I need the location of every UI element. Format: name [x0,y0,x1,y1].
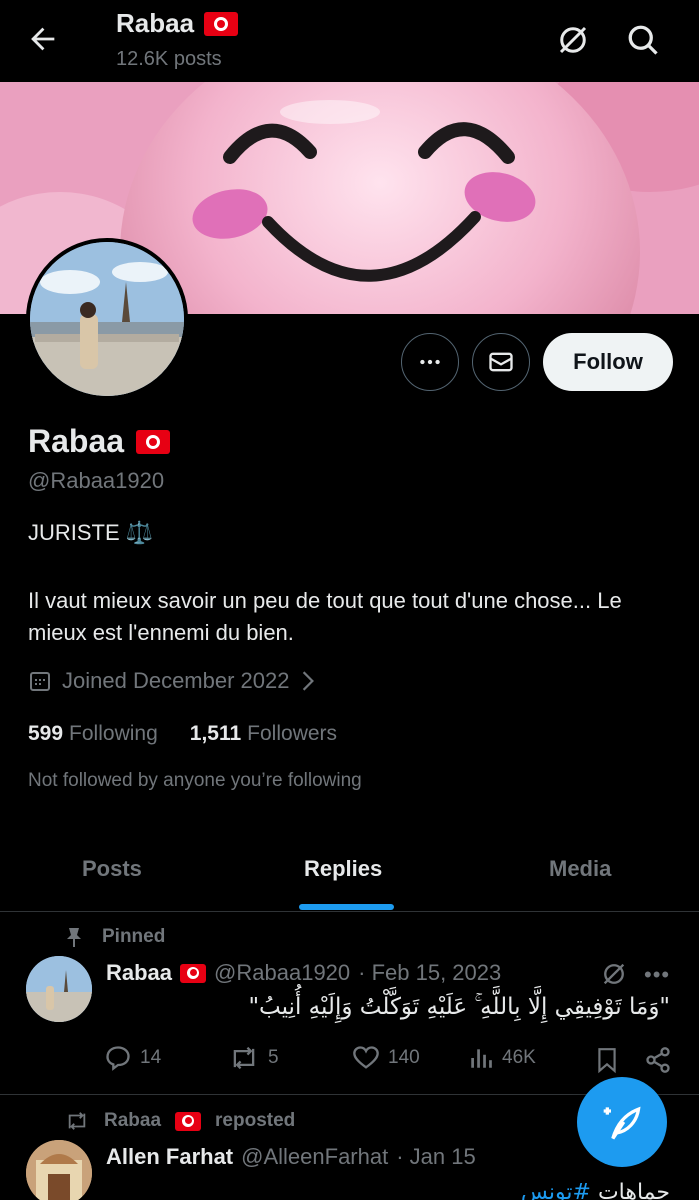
message-button[interactable] [472,333,530,391]
tweet-avatar[interactable] [26,956,92,1022]
share-icon[interactable] [644,1046,672,1074]
tunisia-flag-icon [180,963,207,983]
top-bar: Rabaa 12.6K posts [0,0,699,82]
tweet-date[interactable]: · Feb 15, 2023 [358,960,501,986]
tunisia-flag-icon [204,11,239,36]
tweet-author-name[interactable]: Allen Farhat [106,1144,233,1170]
profile-handle: @Rabaa1920 [28,468,165,493]
search-icon[interactable] [625,22,661,58]
envelope-icon [489,352,513,372]
profile-avatar[interactable] [26,238,188,400]
bio-text: Il vaut mieux savoir un peu de tout que … [28,588,622,645]
following-link[interactable]: 599 Following [28,722,158,746]
repost-count: 5 [268,1047,279,1068]
repost-button[interactable]: 5 [228,1044,279,1072]
tweet-avatar[interactable] [26,1140,92,1200]
tab-replies[interactable]: Replies [304,856,382,882]
reply-icon [106,1046,130,1071]
profile-name: Rabaa [28,423,171,460]
tweet-more-icon[interactable]: ••• [644,962,670,988]
grok-icon[interactable] [600,960,628,988]
avatar-photo [30,242,184,396]
reposted-indicator: Rabaa reposted [64,1110,295,1132]
heart-icon [353,1046,379,1069]
reposted-label: reposted [215,1110,296,1131]
active-tab-indicator [299,904,394,910]
follow-stats: 599 Following 1,511 Followers [28,722,337,746]
not-followed-notice: Not followed by anyone you’re following [28,770,362,791]
pinned-label: Pinned [102,926,166,947]
pinned-indicator: Pinned [64,926,165,948]
tweet-avatar-photo [26,1140,92,1200]
tweet-header: Rabaa @Rabaa1920 · Feb 15, 2023 [106,960,586,986]
follow-button[interactable]: Follow [543,333,673,391]
following-label: Following [69,722,158,745]
reply-count: 14 [140,1047,162,1068]
more-options-button[interactable] [401,333,459,391]
hashtag-link[interactable]: #تونس [521,1180,591,1200]
calendar-icon [30,672,50,691]
bookmark-icon[interactable] [594,1046,620,1074]
header-title: Rabaa [116,8,239,39]
chevron-right-icon [303,671,315,691]
tweet-author-name[interactable]: Rabaa [106,960,172,986]
tweet-author-handle[interactable]: @AlleenFarhat [241,1144,388,1170]
grok-icon[interactable] [555,22,591,58]
compose-feather-icon [603,1106,641,1140]
joined-date[interactable]: Joined December 2022 [28,668,317,694]
repost-icon [233,1046,255,1070]
tweet-actions: 14 5 140 46K [104,1044,674,1076]
tweet-avatar-photo [26,956,92,1022]
followers-count: 1,511 [189,722,242,745]
joined-text: Joined December 2022 [62,668,290,693]
tab-posts[interactable]: Posts [82,856,142,882]
back-arrow-icon[interactable] [26,22,60,56]
compose-post-button[interactable] [577,1077,667,1167]
tweet-text-plain: جماهات [590,1180,670,1200]
tweet-header: Allen Farhat @AlleenFarhat · Jan 15 [106,1144,476,1170]
header-post-count: 12.6K posts [116,48,222,70]
followers-link[interactable]: 1,511 Followers [190,722,337,746]
tunisia-flag-icon [175,1111,202,1131]
reposted-by-name[interactable]: Rabaa [104,1110,161,1132]
following-count: 599 [28,722,64,745]
pin-icon [67,928,81,947]
tweet-date[interactable]: · Jan 15 [396,1144,476,1170]
tunisia-flag-icon [136,429,171,454]
tweet-text: "وَمَا تَوْفِيقِي إِلَّا بِاللَّهِ ۚ عَل… [248,994,670,1020]
tweet-text: جماهات #تونس [430,1180,670,1200]
more-dots-icon [420,359,440,365]
header-name: Rabaa [116,8,195,38]
followers-label: Followers [247,722,338,745]
like-button[interactable]: 140 [352,1044,420,1072]
repost-icon [68,1112,86,1130]
tab-media[interactable]: Media [549,856,611,882]
tweet-author-handle[interactable]: @Rabaa1920 [214,960,350,986]
profile-display-name: Rabaa [28,423,125,459]
reply-button[interactable]: 14 [104,1044,161,1072]
bio-title: JURISTE ⚖️ [28,520,154,545]
views-button[interactable]: 46K [468,1044,536,1072]
profile-tabs: Posts Replies Media [0,838,699,912]
views-count: 46K [502,1047,536,1068]
views-chart-icon [471,1049,492,1068]
like-count: 140 [388,1047,420,1068]
